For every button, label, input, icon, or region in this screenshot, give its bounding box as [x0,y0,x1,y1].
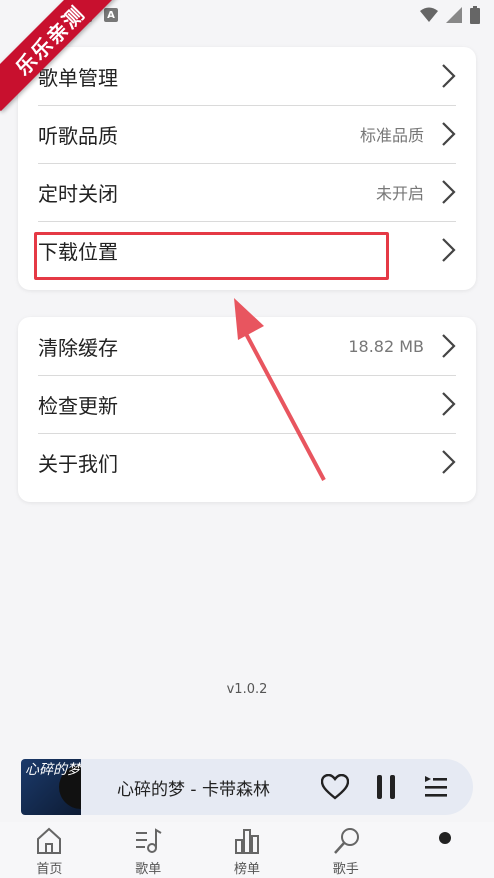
row-value: 未开启 [375,184,424,203]
row-label: 定时关闭 [38,181,118,206]
bottom-tab-bar: 首页 歌单 榜单 歌手 [0,822,494,878]
battery-icon [470,6,480,24]
chevron-right-icon [442,392,456,416]
chevron-right-icon [442,238,456,262]
wifi-icon [420,7,438,22]
row-label: 听歌品质 [38,123,118,148]
tab-label: 榜单 [233,862,260,877]
row-value: 18.82 MB [348,336,424,356]
tab-more[interactable] [395,822,494,878]
mini-player[interactable]: 心碎的梦 心碎的梦 - 卡带森林 [21,759,473,815]
heart-icon[interactable] [321,774,349,800]
tab-singer[interactable]: 歌手 [296,822,395,878]
tab-chart[interactable]: 榜单 [198,822,297,878]
chart-icon [234,829,259,854]
tab-home[interactable]: 首页 [0,822,99,878]
tab-playlist[interactable]: 歌单 [99,822,198,878]
tab-label: 首页 [36,862,63,877]
row-label: 歌单管理 [38,65,118,90]
chevron-right-icon [442,450,456,474]
chevron-right-icon [442,180,456,204]
home-icon [37,827,62,854]
tab-label: 歌手 [332,862,359,877]
chevron-right-icon [442,122,456,146]
settings-row-audio-quality[interactable]: 听歌品质 标准品质 [18,105,476,163]
tab-label: 歌单 [135,862,162,877]
album-cover-text: 心碎的梦 [25,762,81,778]
settings-row-playlist-management[interactable]: 歌单管理 [18,47,476,105]
settings-card-playback: 歌单管理 听歌品质 标准品质 定时关闭 未开启 下载位置 [18,47,476,290]
row-label: 下载位置 [38,239,118,264]
album-cover[interactable]: 心碎的梦 [21,759,81,815]
settings-row-download-location[interactable]: 下载位置 [18,221,476,279]
singer-icon [333,828,359,854]
pause-icon[interactable] [375,773,397,801]
dot-icon [438,832,451,844]
now-playing-title: 心碎的梦 - 卡带森林 [117,779,270,800]
a-letter-icon: A [104,8,118,22]
signal-icon [446,7,462,23]
playlist-queue-icon[interactable] [423,774,449,800]
chevron-right-icon [442,334,456,358]
row-value: 标准品质 [359,126,424,145]
annotation-arrow-icon [234,298,326,481]
app-version: v1.0.2 [226,682,268,697]
settings-row-sleep-timer[interactable]: 定时关闭 未开启 [18,163,476,221]
playlist-icon [136,828,162,853]
chevron-right-icon [442,64,456,88]
